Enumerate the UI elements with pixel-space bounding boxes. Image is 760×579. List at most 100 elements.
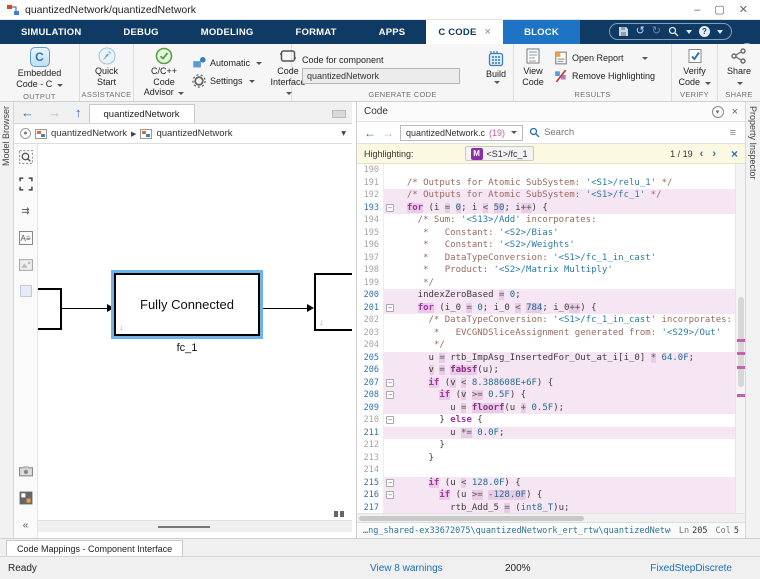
tab-modeling[interactable]: MODELING — [180, 20, 275, 44]
tab-debug[interactable]: DEBUG — [102, 20, 179, 44]
search-input[interactable] — [544, 127, 724, 138]
code-back-icon[interactable]: ← — [364, 126, 376, 140]
breadcrumb-root[interactable]: quantizedNetwork — [51, 128, 127, 139]
build-button[interactable]: Build — [474, 49, 518, 85]
code-hscroll-thumb[interactable] — [359, 516, 584, 521]
fold-icon[interactable]: − — [386, 304, 394, 312]
breadcrumb-current[interactable]: quantizedNetwork — [156, 128, 232, 139]
upstream-block[interactable] — [38, 288, 62, 330]
fold-icon[interactable]: − — [386, 379, 394, 387]
code-line[interactable]: 201− for (i_0 = 0; i_0 < 784; i_0++) { — [357, 302, 745, 315]
help-dropdown-icon[interactable] — [717, 30, 723, 34]
file-selector[interactable]: quantizedNetwork.c (19) — [400, 125, 523, 141]
tab-format[interactable]: FORMAT — [275, 20, 358, 44]
open-report-button[interactable]: Open Report — [554, 51, 655, 65]
next-match-icon[interactable]: › — [710, 148, 718, 160]
panel-close-icon[interactable]: × — [732, 106, 738, 118]
tab-simulation[interactable]: SIMULATION — [0, 20, 102, 44]
highlight-chip[interactable]: M <S1>/fc_1 — [465, 146, 534, 161]
tab-apps[interactable]: APPS — [358, 20, 427, 44]
signal-wire[interactable] — [263, 308, 307, 309]
camera-icon[interactable] — [19, 464, 33, 478]
code-line[interactable]: 203 * EVCGNDSliceAssignment generated fr… — [357, 327, 745, 340]
embedded-code-button[interactable]: C Embedded Code - C — [13, 46, 66, 90]
code-line[interactable]: 210− } else { — [357, 414, 745, 427]
search-icon[interactable] — [668, 26, 679, 37]
code-menu-icon[interactable]: ≡ — [730, 127, 738, 139]
help-icon[interactable]: ? — [699, 26, 710, 37]
code-line[interactable]: 215− if (u < 128.0F) { — [357, 477, 745, 490]
code-forward-icon[interactable]: → — [382, 126, 394, 140]
area-icon[interactable] — [20, 285, 32, 297]
code-mappings-tab[interactable]: Code Mappings - Component Interface — [6, 540, 183, 557]
viewmarks-icon[interactable] — [19, 491, 33, 505]
panel-menu-icon[interactable]: ▾ — [712, 106, 724, 118]
undo-icon[interactable]: ↺ — [636, 24, 645, 39]
fold-icon[interactable]: − — [386, 204, 394, 212]
code-advisor-button[interactable]: C/C++ Code Advisor — [138, 46, 190, 99]
maximize-button[interactable]: ▢ — [714, 1, 724, 19]
code-line[interactable]: 202 /* DataTypeConversion: '<S1>/fc_1_in… — [357, 314, 745, 327]
redo-icon[interactable]: ↻ — [652, 24, 661, 39]
code-line[interactable]: 191 /* Outputs for Atomic SubSystem: '<S… — [357, 177, 745, 190]
search-dropdown-icon[interactable] — [686, 30, 692, 34]
verify-code-button[interactable]: Verify Code — [673, 46, 717, 88]
nav-back-icon[interactable]: ← — [14, 103, 41, 123]
share-button[interactable]: Share — [717, 46, 760, 88]
fold-icon[interactable]: − — [386, 479, 394, 487]
code-vscroll-thumb[interactable] — [738, 297, 744, 388]
code-line[interactable]: 213 } — [357, 452, 745, 465]
collapse-palette-icon[interactable]: « — [19, 518, 33, 532]
code-line[interactable]: 212 } — [357, 439, 745, 452]
signal-wire[interactable] — [62, 308, 107, 309]
property-inspector-strip[interactable]: Property Inspector — [745, 102, 760, 538]
block-name-label[interactable]: fc_1 — [114, 342, 260, 354]
save-icon[interactable] — [618, 26, 629, 37]
component-input[interactable] — [302, 68, 460, 84]
fold-icon[interactable]: − — [386, 391, 394, 399]
code-line[interactable]: 190 — [357, 164, 745, 177]
code-line[interactable]: 205 u = rtb_ImpAsg_InsertedFor_Out_at_i[… — [357, 352, 745, 365]
code-line[interactable]: 197 * DataTypeConversion: '<S1>/fc_1_in_… — [357, 252, 745, 265]
code-hscrollbar[interactable] — [357, 513, 745, 522]
code-line[interactable]: 194 /* Sum: '<S13>/Add' incorporates: — [357, 214, 745, 227]
hide-explorer-icon[interactable]: ● — [20, 128, 31, 139]
clear-highlighting-icon[interactable]: × — [731, 147, 738, 161]
code-editor[interactable]: 190191 /* Outputs for Atomic SubSystem: … — [357, 164, 745, 513]
code-line[interactable]: 192 /* Outputs for Atomic SubSystem: '<S… — [357, 189, 745, 202]
nav-up-icon[interactable]: ↑ — [68, 103, 89, 123]
code-line[interactable]: 200 indexZeroBased = 0; — [357, 289, 745, 302]
model-tab[interactable]: quantizedNetwork — [89, 104, 195, 123]
quick-start-button[interactable]: Quick Start — [85, 46, 129, 88]
code-line[interactable]: 209 u = floorf(u + 0.5F); — [357, 402, 745, 415]
code-line[interactable]: 216− if (u >= -128.0F) { — [357, 489, 745, 502]
diagram-canvas[interactable]: Fully Connected ↓ fc_1 ↓ — [38, 144, 352, 520]
canvas-hscroll-thumb[interactable] — [158, 526, 210, 528]
minimize-button[interactable]: – — [694, 1, 700, 19]
code-line[interactable]: 204 */ — [357, 339, 745, 352]
code-line[interactable]: 211 u *= 0.0F; — [357, 427, 745, 440]
model-browser-strip[interactable]: Model Browser — [0, 102, 14, 538]
search-box[interactable] — [529, 127, 724, 138]
fold-icon[interactable]: − — [386, 416, 394, 424]
tab-close-icon[interactable]: × — [484, 26, 491, 38]
close-button[interactable]: ✕ — [739, 1, 748, 19]
warnings-link[interactable]: View 8 warnings — [370, 563, 443, 574]
code-line[interactable]: 195 * Constant: '<S2>/Bias' — [357, 227, 745, 240]
code-line[interactable]: 214 — [357, 464, 745, 477]
fit-to-view-icon[interactable] — [19, 177, 33, 191]
image-icon[interactable] — [19, 258, 33, 272]
fold-icon[interactable]: − — [386, 491, 394, 499]
code-line[interactable]: 193− for (i = 0; i < 50; i++) { — [357, 202, 745, 215]
code-vscrollbar[interactable] — [735, 164, 745, 513]
fully-connected-block[interactable]: Fully Connected ↓ — [114, 273, 260, 336]
canvas-hscrollbar[interactable] — [38, 520, 352, 532]
code-line[interactable]: 217 rtb_Add_5 = (int8_T)u; — [357, 502, 745, 514]
annotation-icon[interactable]: A≡ — [19, 231, 33, 245]
automatic-button[interactable]: Automatic — [192, 56, 262, 70]
tab-block[interactable]: BLOCK — [503, 20, 580, 44]
remove-highlighting-button[interactable]: Remove Highlighting — [554, 69, 655, 83]
downstream-block[interactable]: ↓ — [314, 273, 352, 331]
settings-button[interactable]: Settings — [192, 74, 262, 88]
code-line[interactable]: 208− if (v >= 0.5F) { — [357, 389, 745, 402]
